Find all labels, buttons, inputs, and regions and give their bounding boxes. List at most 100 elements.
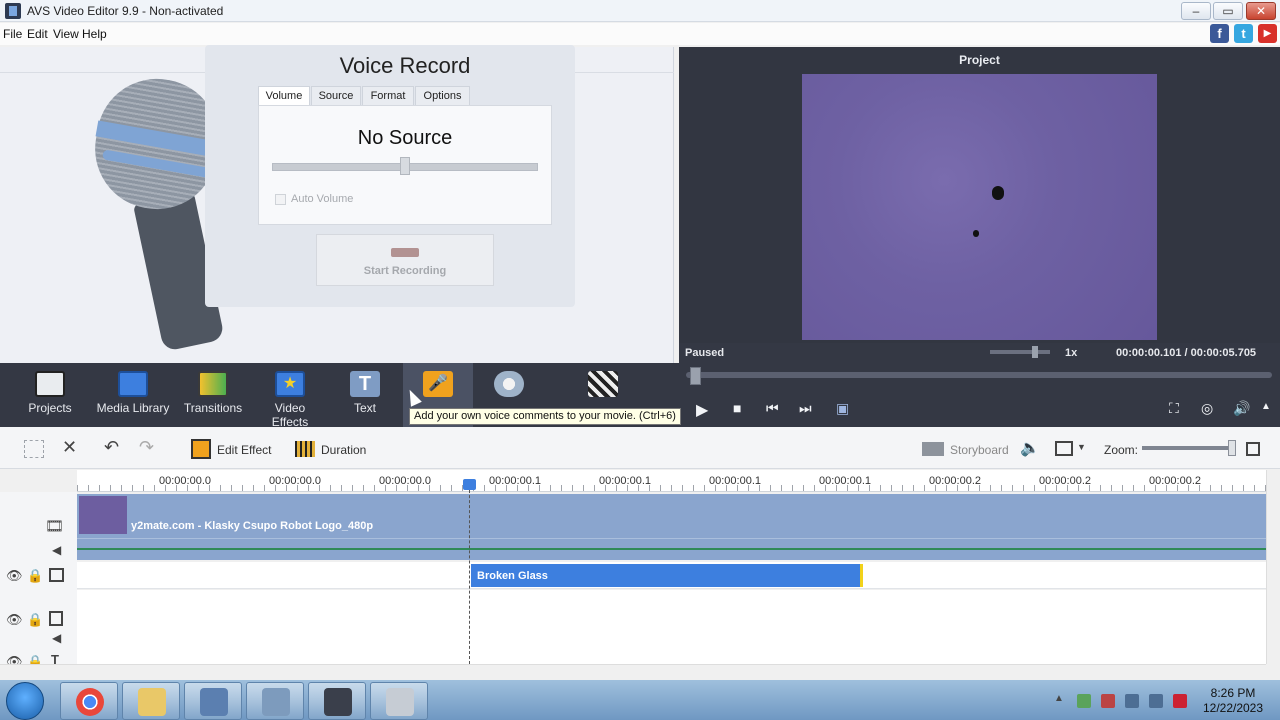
- taskbar-app[interactable]: [184, 682, 242, 720]
- ruler-label: 00:00:00.1: [599, 475, 651, 487]
- taskbar-avs[interactable]: [308, 682, 366, 720]
- maximize-button[interactable]: ▭: [1213, 2, 1243, 20]
- timeline-vertical-scrollbar[interactable]: [1266, 470, 1280, 664]
- overlay-audio-icon[interactable]: ◀: [52, 631, 61, 645]
- project-preview-panel: Project: [679, 47, 1280, 363]
- audio-waveform: [77, 548, 1266, 550]
- tool-media-library-label: Media Library: [96, 401, 170, 415]
- tab-format[interactable]: Format: [362, 86, 414, 106]
- volume-slider-knob[interactable]: [400, 157, 410, 175]
- audio-mixer-icon[interactable]: 🔈: [1020, 438, 1040, 458]
- volume-muted-icon[interactable]: [1173, 694, 1187, 708]
- tab-volume[interactable]: Volume: [258, 86, 310, 106]
- play-icon[interactable]: ▶: [696, 400, 708, 420]
- start-recording-button[interactable]: Start Recording: [316, 234, 494, 286]
- audio-mute-icon[interactable]: ◀: [52, 543, 61, 557]
- edit-effect-button[interactable]: Edit Effect: [217, 443, 271, 457]
- play-range-icon[interactable]: ▣: [836, 400, 849, 417]
- ruler-label: 00:00:00.1: [709, 475, 761, 487]
- disc-icon: [494, 371, 524, 397]
- preview-volume-track[interactable]: [990, 350, 1050, 354]
- snapshot-icon[interactable]: ◎: [1201, 400, 1213, 417]
- ruler-label: 00:00:00.0: [379, 475, 431, 487]
- tool-video-effects-label: Video Effects: [271, 401, 309, 429]
- overlay-visibility-eye-icon[interactable]: 👁: [6, 612, 23, 628]
- select-all-icon[interactable]: [24, 440, 44, 458]
- tool-media-library[interactable]: Media Library: [96, 371, 170, 415]
- taskbar-chrome[interactable]: [60, 682, 118, 720]
- taskbar-clock[interactable]: 8:26 PM 12/22/2023: [1198, 686, 1268, 716]
- auto-volume-checkbox[interactable]: [275, 194, 286, 205]
- ruler-label: 00:00:00.1: [489, 475, 541, 487]
- fullscreen-icon[interactable]: ⛶: [1169, 400, 1179, 417]
- taskbar-recorder[interactable]: [370, 682, 428, 720]
- fit-timeline-icon[interactable]: [1246, 442, 1260, 456]
- facebook-icon[interactable]: f: [1210, 24, 1229, 43]
- playhead-line: [469, 480, 470, 664]
- aspect-dropdown-icon[interactable]: ▼: [1077, 442, 1086, 452]
- storyboard-icon[interactable]: [922, 442, 944, 456]
- tool-text[interactable]: T Text: [330, 371, 400, 415]
- tray-icon[interactable]: [1077, 694, 1091, 708]
- video-speck-small: [973, 230, 979, 237]
- folder-icon: [138, 688, 166, 716]
- tab-source[interactable]: Source: [311, 86, 361, 106]
- minimize-button[interactable]: –: [1181, 2, 1211, 20]
- seek-bar[interactable]: [686, 372, 1272, 378]
- tool-video-effects[interactable]: ★ Video Effects: [255, 371, 325, 429]
- video-clip-label[interactable]: y2mate.com - Klasky Csupo Robot Logo_480…: [131, 520, 373, 532]
- effect-visibility-eye-icon[interactable]: 👁: [6, 568, 23, 584]
- stop-icon[interactable]: ■: [733, 400, 741, 416]
- tool-disc-menu[interactable]: [474, 371, 544, 401]
- playback-speed[interactable]: 1x: [1065, 347, 1077, 359]
- volume-icon[interactable]: 🔊: [1233, 400, 1250, 417]
- zoom-slider-track[interactable]: [1142, 446, 1234, 450]
- menu-edit[interactable]: Edit: [27, 27, 48, 41]
- next-frame-icon[interactable]: ⏭: [799, 400, 812, 417]
- effect-lock-icon[interactable]: 🔒: [27, 568, 43, 584]
- project-panel-header: Project: [959, 53, 1000, 67]
- undo-icon[interactable]: ↶: [104, 437, 119, 458]
- twitter-icon[interactable]: t: [1234, 24, 1253, 43]
- duration-icon[interactable]: [295, 441, 315, 457]
- duration-button[interactable]: Duration: [321, 443, 366, 457]
- timeline-horizontal-scrollbar[interactable]: [0, 664, 1266, 680]
- youtube-icon[interactable]: ▶: [1258, 24, 1277, 43]
- tab-options[interactable]: Options: [415, 86, 470, 106]
- volume-arrow-icon[interactable]: ▲: [1261, 401, 1271, 412]
- tray-icon[interactable]: [1101, 694, 1115, 708]
- playhead-marker[interactable]: [463, 479, 476, 490]
- overlay-track[interactable]: [77, 590, 1266, 664]
- previous-frame-icon[interactable]: ⏮: [766, 400, 779, 417]
- overlay-lock-icon[interactable]: 🔒: [27, 612, 43, 628]
- aspect-ratio-icon[interactable]: [1055, 441, 1073, 456]
- tool-transitions[interactable]: Transitions: [178, 371, 248, 415]
- voice-record-title: Voice Record: [339, 53, 471, 78]
- preview-volume-knob[interactable]: [1032, 346, 1038, 358]
- menu-view[interactable]: View: [53, 27, 79, 41]
- delete-icon[interactable]: ✕: [62, 437, 77, 458]
- start-button[interactable]: [6, 682, 44, 720]
- star-effects-icon: ★: [275, 371, 305, 397]
- redo-icon[interactable]: ↷: [139, 437, 154, 458]
- tool-produce[interactable]: [568, 371, 638, 401]
- menu-file[interactable]: File: [3, 27, 22, 41]
- ruler-label: 00:00:00.0: [159, 475, 211, 487]
- seek-knob[interactable]: [690, 367, 701, 385]
- microphone-tool-icon: 🎤: [423, 371, 453, 397]
- edit-effect-icon[interactable]: [191, 439, 211, 459]
- storyboard-button[interactable]: Storyboard: [950, 443, 1009, 457]
- tray-expand-icon[interactable]: ▲: [1054, 693, 1064, 704]
- taskbar-explorer[interactable]: [122, 682, 180, 720]
- tool-projects[interactable]: Projects: [15, 371, 85, 415]
- zoom-slider-knob[interactable]: [1228, 440, 1236, 456]
- flag-icon[interactable]: [1125, 694, 1139, 708]
- video-preview: [802, 74, 1157, 340]
- network-icon[interactable]: [1149, 694, 1163, 708]
- app-icon: [5, 3, 21, 19]
- taskbar-media[interactable]: [246, 682, 304, 720]
- film-strip-icon: [118, 371, 148, 397]
- menu-help[interactable]: Help: [82, 27, 107, 41]
- auto-volume-label: Auto Volume: [291, 193, 354, 205]
- close-button[interactable]: ✕: [1246, 2, 1276, 20]
